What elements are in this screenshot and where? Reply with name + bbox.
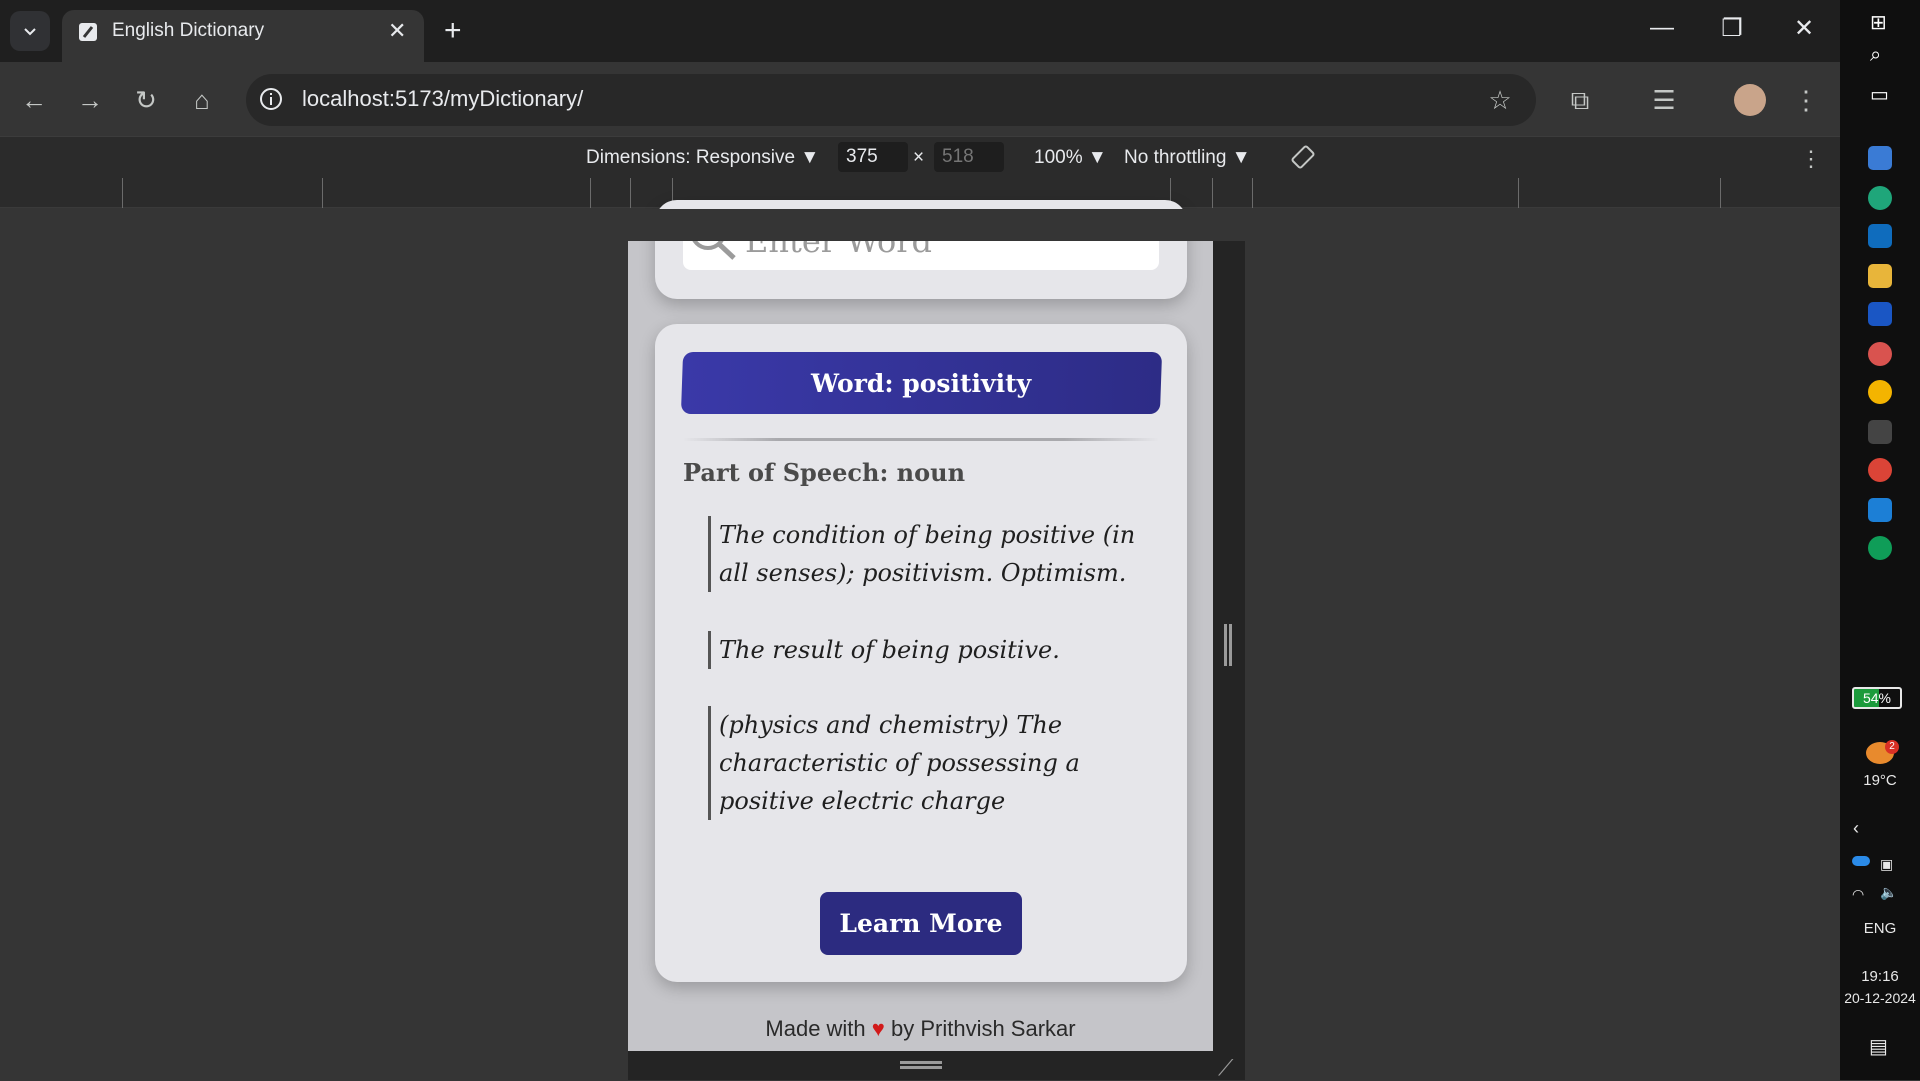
extensions-icon[interactable]: ⧉ — [1562, 82, 1598, 118]
app-l-icon[interactable] — [1868, 302, 1892, 326]
copilot-icon[interactable] — [1868, 146, 1892, 170]
volume-icon[interactable]: 🔈 — [1880, 884, 1897, 901]
ruler-tick — [590, 178, 591, 208]
device-more-icon[interactable]: ⋮ — [1800, 146, 1822, 172]
heart-icon: ♥ — [871, 1016, 885, 1041]
word-title: Word: positivity — [811, 368, 1032, 398]
bottom-drag-handle[interactable] — [900, 1061, 942, 1069]
close-window-button[interactable]: ✕ — [1784, 14, 1824, 43]
temperature: 19°C — [1863, 772, 1897, 789]
zoom-select[interactable]: 100% ▼ — [1034, 147, 1107, 169]
chevron-down-icon — [24, 28, 36, 36]
tab-list-button[interactable] — [10, 11, 50, 51]
times-sign: × — [913, 147, 925, 168]
device-icon[interactable]: ▣ — [1880, 856, 1893, 873]
more-menu-icon[interactable]: ⋮ — [1788, 82, 1824, 118]
clock-date[interactable]: 20-12-2024 — [1840, 990, 1920, 1006]
wifi-icon[interactable]: ◠ — [1852, 886, 1864, 903]
ruler-tick — [1212, 178, 1213, 208]
weather-badge: 2 — [1885, 740, 1899, 754]
forward-arrow-icon[interactable]: → — [72, 82, 108, 118]
battery-indicator[interactable]: 54% — [1852, 687, 1902, 709]
home-icon[interactable]: ⌂ — [184, 82, 220, 118]
corner-resize-icon[interactable]: ⟋ — [1218, 1055, 1233, 1081]
back-arrow-icon[interactable]: ← — [16, 82, 52, 118]
avatar[interactable] — [1734, 84, 1766, 116]
rotate-icon[interactable] — [1288, 142, 1318, 172]
file-explorer-icon[interactable] — [1868, 264, 1892, 288]
viewport-top-mask — [628, 209, 1213, 241]
ruler-tick — [322, 178, 323, 208]
chrome-icon[interactable] — [1868, 380, 1892, 404]
edge-icon[interactable] — [1868, 186, 1892, 210]
search-taskbar-icon[interactable]: ⌕ — [1870, 44, 1881, 67]
ruler-tick — [1720, 178, 1721, 208]
tab-title: English Dictionary — [112, 20, 265, 41]
outlook-icon[interactable] — [1868, 224, 1892, 248]
reading-list-icon[interactable]: ☰ — [1646, 82, 1682, 118]
definition-item: (physics and chemistry) The characterist… — [708, 706, 1158, 820]
clock-time[interactable]: 19:16 — [1840, 968, 1920, 985]
height-input[interactable] — [934, 142, 1004, 172]
site-info-icon[interactable] — [258, 86, 284, 112]
footer: Made with ♥ by Prithvish Sarkar — [628, 1016, 1213, 1042]
chrome-active-icon[interactable] — [1868, 458, 1892, 482]
url-text[interactable]: localhost:5173/myDictionary/ — [302, 86, 583, 112]
vscode-icon[interactable] — [1868, 498, 1892, 522]
divider — [683, 438, 1159, 441]
width-input[interactable] — [838, 142, 908, 172]
language-indicator[interactable]: ENG — [1840, 920, 1920, 937]
book-icon — [79, 23, 97, 41]
footer-text-before: Made with — [765, 1016, 866, 1041]
terminal-icon[interactable] — [1868, 420, 1892, 444]
restore-button[interactable]: ❐ — [1712, 14, 1752, 43]
reload-icon[interactable]: ↻ — [128, 82, 164, 118]
chrome-profile-icon[interactable] — [1868, 536, 1892, 560]
app-red-icon[interactable] — [1868, 342, 1892, 366]
new-tab-button[interactable]: + — [444, 14, 462, 48]
ruler-tick — [630, 178, 631, 208]
onedrive-icon[interactable] — [1852, 856, 1870, 866]
footer-text-after: by Prithvish Sarkar — [890, 1016, 1076, 1041]
notifications-icon[interactable]: ▤ — [1869, 1034, 1888, 1059]
ruler-tick — [1518, 178, 1519, 208]
throttle-select[interactable]: No throttling ▼ — [1124, 147, 1251, 169]
ruler-tick — [1252, 178, 1253, 208]
tab-close-icon[interactable]: ✕ — [388, 18, 406, 44]
part-of-speech: Part of Speech: noun — [683, 458, 966, 487]
word-banner: Word: positivity — [680, 352, 1163, 414]
side-drag-handle[interactable] — [1224, 624, 1232, 666]
chevron-left-icon[interactable]: ‹ — [1853, 818, 1859, 839]
task-view-icon[interactable]: ▭ — [1870, 82, 1889, 107]
bookmark-star-icon[interactable]: ☆ — [1482, 82, 1518, 118]
windows-start-icon[interactable]: ⊞ — [1870, 10, 1887, 35]
minimize-button[interactable]: — — [1642, 14, 1682, 42]
definition-item: The condition of being positive (in all … — [708, 516, 1158, 592]
ruler-tick — [122, 178, 123, 208]
definition-item: The result of being positive. — [708, 631, 1158, 669]
dimensions-select[interactable]: Dimensions: Responsive ▼ — [586, 147, 819, 169]
learn-more-button[interactable]: Learn More — [820, 892, 1022, 955]
